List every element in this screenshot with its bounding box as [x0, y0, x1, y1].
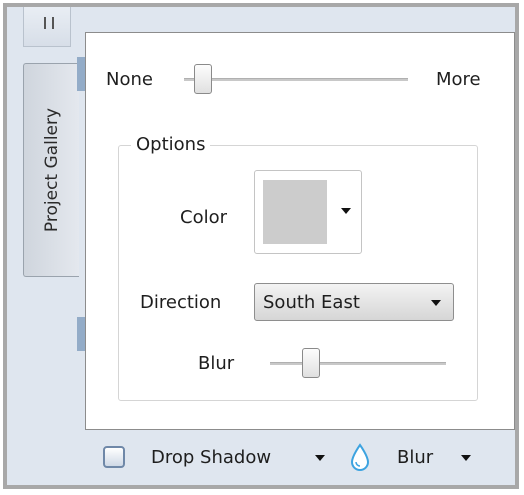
blur-label: Blur [198, 353, 235, 374]
slider-max-label: More [436, 69, 481, 90]
intensity-slider-thumb[interactable] [194, 64, 213, 94]
chevron-down-icon [431, 300, 441, 306]
chevron-down-icon[interactable] [461, 455, 471, 461]
color-label: Color [180, 207, 227, 228]
blur-slider-thumb[interactable] [301, 348, 320, 378]
blur-button[interactable]: Blur [397, 447, 433, 468]
direction-dropdown-value: South East [263, 292, 360, 313]
shadow-options-panel: None More Options Color Direction South … [85, 32, 515, 430]
color-picker-button[interactable] [254, 170, 362, 254]
panel-edge-accent [77, 317, 85, 351]
direction-dropdown[interactable]: South East [254, 283, 454, 321]
water-drop-icon[interactable] [350, 443, 370, 471]
gallery-window: Project Gallery None More Options Color … [3, 3, 519, 489]
color-swatch [263, 180, 327, 244]
chevron-down-icon[interactable] [315, 455, 325, 461]
tab-collapsed-top[interactable] [23, 7, 71, 47]
tab-project-gallery[interactable]: Project Gallery [23, 63, 79, 277]
options-group-title: Options [131, 134, 211, 155]
vertical-tab-strip: Project Gallery [7, 7, 79, 485]
drop-shadow-checkbox[interactable] [103, 446, 125, 468]
tab-grip-icon [44, 17, 54, 29]
direction-label: Direction [140, 292, 222, 313]
blur-slider-track[interactable] [270, 362, 446, 365]
drop-shadow-button[interactable]: Drop Shadow [151, 447, 271, 468]
panel-edge-accent [77, 57, 85, 91]
slider-min-label: None [106, 69, 153, 90]
tab-project-gallery-label: Project Gallery [41, 107, 62, 233]
bottom-toolbar: Drop Shadow Blur [77, 430, 515, 486]
intensity-slider-track[interactable] [184, 78, 408, 81]
chevron-down-icon [341, 208, 351, 214]
